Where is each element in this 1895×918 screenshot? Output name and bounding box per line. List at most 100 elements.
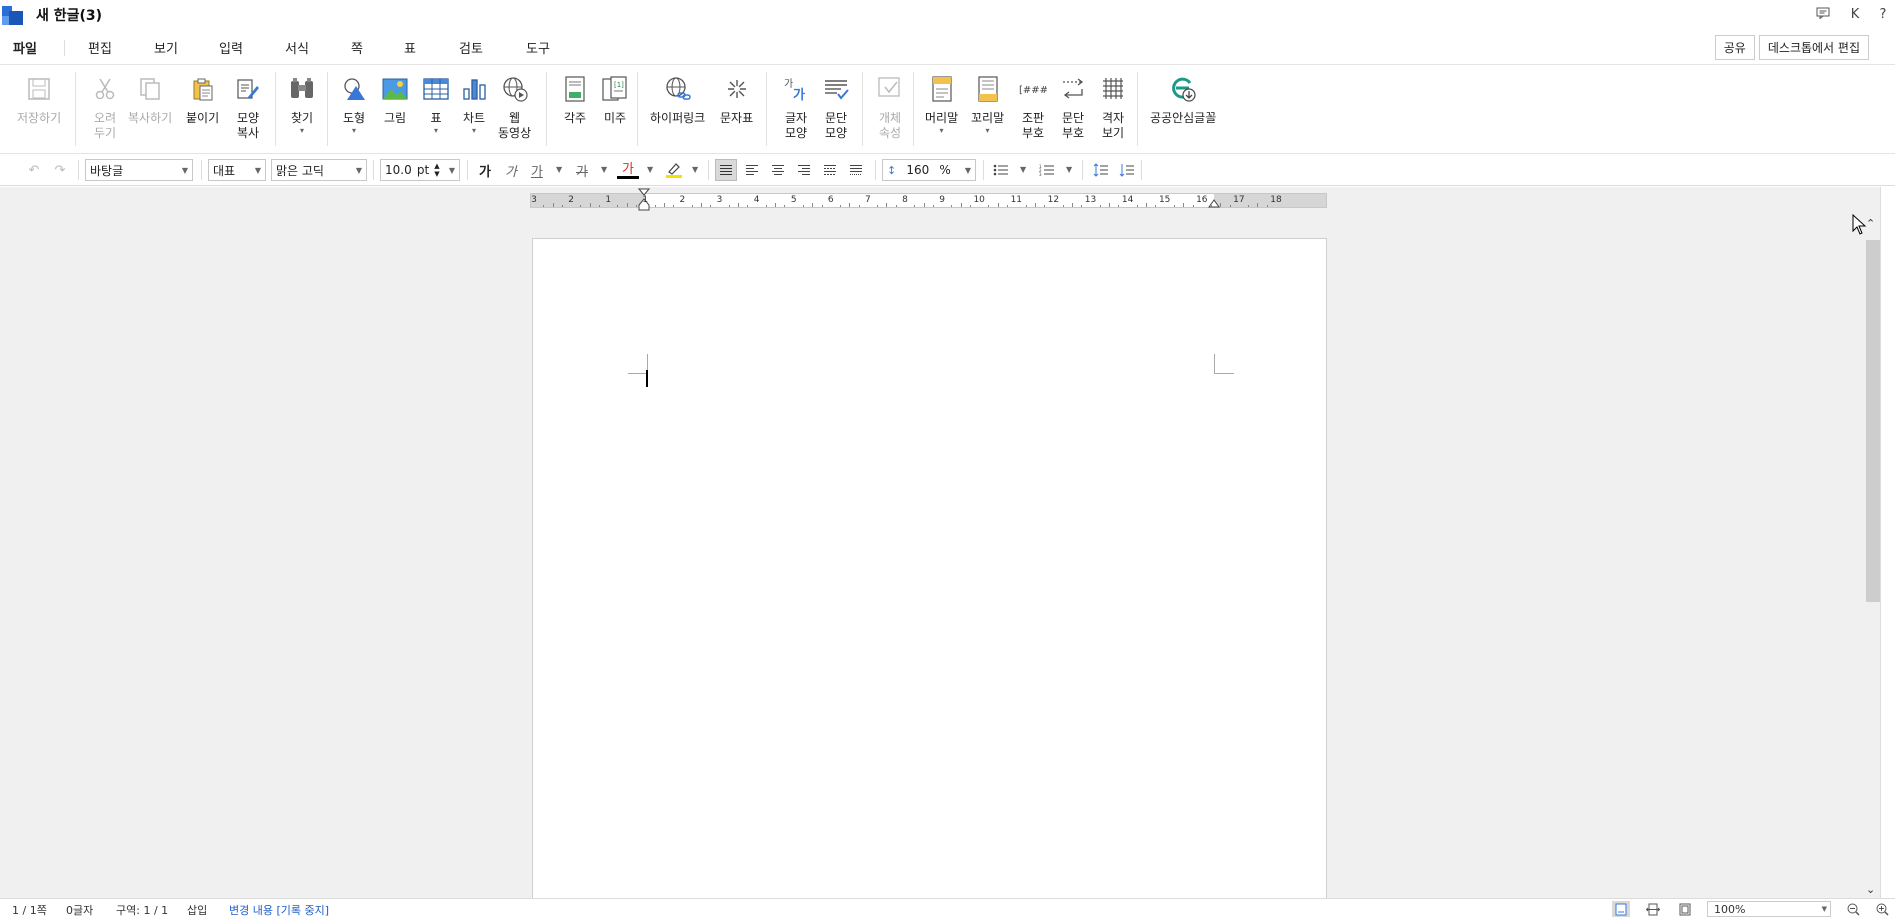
help-button[interactable]: ?: [1871, 7, 1895, 22]
menu-format[interactable]: 서식: [285, 38, 309, 57]
italic-button[interactable]: 가: [500, 159, 522, 181]
font-select[interactable]: 맑은 고딕 ▼: [271, 159, 367, 181]
shape-button[interactable]: 도형 ▾: [339, 74, 369, 136]
find-button[interactable]: 찾기 ▾: [287, 74, 317, 136]
object-properties-button[interactable]: 개체 속성: [875, 74, 905, 141]
picture-button[interactable]: 그림: [380, 74, 410, 126]
font-size-input[interactable]: 10.0 pt ▲ ▼ ▼: [380, 159, 460, 181]
insert-mode[interactable]: 삽입: [187, 902, 207, 918]
desktop-edit-button[interactable]: 데스크톱에서 편집: [1758, 35, 1869, 60]
cut-button[interactable]: 오려 두기: [90, 74, 120, 141]
menu-divider: [64, 40, 65, 56]
increase-spacing-button[interactable]: [1116, 159, 1138, 181]
chat-icon[interactable]: [1807, 7, 1839, 23]
scroll-thumb[interactable]: [1866, 240, 1880, 602]
format-copy-button[interactable]: 모양 복사: [233, 74, 263, 141]
menu-review[interactable]: 검토: [459, 38, 483, 57]
scissors-icon: [90, 74, 120, 104]
underline-dropdown-icon[interactable]: ▼: [556, 165, 562, 174]
redo-icon[interactable]: ↷: [49, 159, 71, 181]
numbered-list-dropdown-icon[interactable]: ▼: [1066, 165, 1072, 174]
highlight-dropdown-icon[interactable]: ▼: [692, 165, 698, 174]
char-map-button[interactable]: 문자표: [720, 74, 753, 126]
save-button[interactable]: 저장하기: [17, 74, 61, 126]
account-button[interactable]: K: [1839, 7, 1871, 22]
distribute-button[interactable]: [819, 159, 841, 181]
document-workspace[interactable]: 3 2 1 1 2 3 4 5 6 7 8 9 10 11 12 13 14 15 16 17 18: [0, 187, 1880, 903]
align-center-button[interactable]: [767, 159, 789, 181]
line-spacing-input[interactable]: ↕ 160 % ▼: [882, 159, 976, 181]
underline-button[interactable]: 가: [526, 159, 548, 181]
menu-insert[interactable]: 입력: [219, 38, 243, 57]
copy-button[interactable]: 복사하기: [128, 74, 172, 126]
ruler-tick: [617, 205, 619, 207]
find-dropdown-icon[interactable]: ▾: [300, 126, 304, 136]
decrease-spacing-button[interactable]: [1090, 159, 1112, 181]
page-view-button[interactable]: [1612, 901, 1630, 917]
strikethrough-button[interactable]: 가: [571, 159, 593, 181]
document-page[interactable]: [532, 238, 1327, 903]
split-align-button[interactable]: [845, 159, 867, 181]
align-left-button[interactable]: [741, 159, 763, 181]
paste-button[interactable]: 붙이기: [186, 74, 219, 126]
chart-button[interactable]: 차트 ▾: [459, 74, 489, 136]
toolbar-divider: [1141, 160, 1142, 180]
menu-view[interactable]: 보기: [154, 38, 178, 57]
paragraph-marks-button[interactable]: 문단 부호: [1058, 74, 1088, 141]
header-dropdown-icon[interactable]: ▾: [940, 126, 944, 136]
footer-button[interactable]: 꼬리말 ▾: [971, 74, 1004, 136]
zoom-out-button[interactable]: [1844, 901, 1862, 917]
horizontal-ruler[interactable]: 3 2 1 1 2 3 4 5 6 7 8 9 10 11 12 13 14 15 16 17 18: [530, 188, 1327, 211]
chart-dropdown-icon[interactable]: ▾: [472, 126, 476, 136]
align-justify-button[interactable]: [715, 159, 737, 181]
para-shape-button[interactable]: 문단 모양: [821, 74, 851, 141]
ruler-tick: [1146, 203, 1148, 207]
zoom-select[interactable]: 100% ▼: [1707, 901, 1831, 917]
font-color-dropdown-icon[interactable]: ▼: [647, 165, 653, 174]
menu-table[interactable]: 표: [404, 38, 416, 57]
strikethrough-dropdown-icon[interactable]: ▼: [601, 165, 607, 174]
menu-tools[interactable]: 도구: [526, 38, 550, 57]
char-shape-label-2: 모양: [784, 126, 808, 140]
code-marks-button[interactable]: [###] 조판 부호: [1018, 74, 1048, 141]
font-color-button[interactable]: 가: [617, 159, 639, 179]
menu-file[interactable]: 파일: [13, 38, 37, 57]
grid-view-button[interactable]: 격자 보기: [1098, 74, 1128, 141]
ruler-number: 13: [1084, 195, 1097, 205]
table-dropdown-icon[interactable]: ▾: [434, 126, 438, 136]
bullet-list-button[interactable]: [990, 159, 1012, 181]
hyperlink-button[interactable]: 하이퍼링크: [650, 74, 705, 126]
footer-dropdown-icon[interactable]: ▾: [986, 126, 990, 136]
endnote-button[interactable]: [1] 미주: [600, 74, 630, 126]
style-select[interactable]: 바탕글 ▼: [85, 159, 193, 181]
toolbar-divider: [875, 160, 876, 180]
scroll-down-icon[interactable]: ⌄: [1866, 883, 1875, 896]
web-video-button[interactable]: 웹 동영상: [498, 74, 531, 141]
share-button[interactable]: 공유: [1714, 35, 1755, 60]
align-right-button[interactable]: [793, 159, 815, 181]
zoom-in-button[interactable]: [1873, 901, 1891, 917]
bold-button[interactable]: 가: [474, 159, 496, 181]
bullet-list-dropdown-icon[interactable]: ▼: [1020, 165, 1026, 174]
highlight-button[interactable]: [663, 159, 685, 181]
header-button[interactable]: 머리말 ▾: [925, 74, 958, 136]
font-size-stepper[interactable]: ▲ ▼: [434, 162, 439, 178]
ruler-tick: [821, 205, 823, 207]
shape-dropdown-icon[interactable]: ▾: [352, 126, 356, 136]
whole-page-button[interactable]: [1676, 901, 1694, 917]
numbered-list-button[interactable]: 123: [1036, 159, 1058, 181]
undo-icon[interactable]: ↶: [23, 159, 45, 181]
vertical-scrollbar[interactable]: ⌃ ⌄: [1864, 215, 1880, 898]
char-shape-button[interactable]: 가가 글자 모양: [781, 74, 811, 141]
language-select[interactable]: 대표 ▼: [208, 159, 266, 181]
footnote-button[interactable]: 각주: [560, 74, 590, 126]
menu-page[interactable]: 쪽: [351, 38, 363, 57]
page-width-button[interactable]: [1644, 901, 1662, 917]
code-marks-icon: [###]: [1018, 74, 1048, 104]
ribbon-divider: [913, 72, 914, 146]
track-changes-status[interactable]: 변경 내용 [기록 중지]: [229, 902, 329, 918]
right-indent-marker-icon[interactable]: [1208, 198, 1220, 208]
table-button[interactable]: 표 ▾: [421, 74, 451, 136]
public-font-button[interactable]: 공공안심글꼴: [1150, 74, 1216, 126]
menu-edit[interactable]: 편집: [88, 38, 112, 57]
